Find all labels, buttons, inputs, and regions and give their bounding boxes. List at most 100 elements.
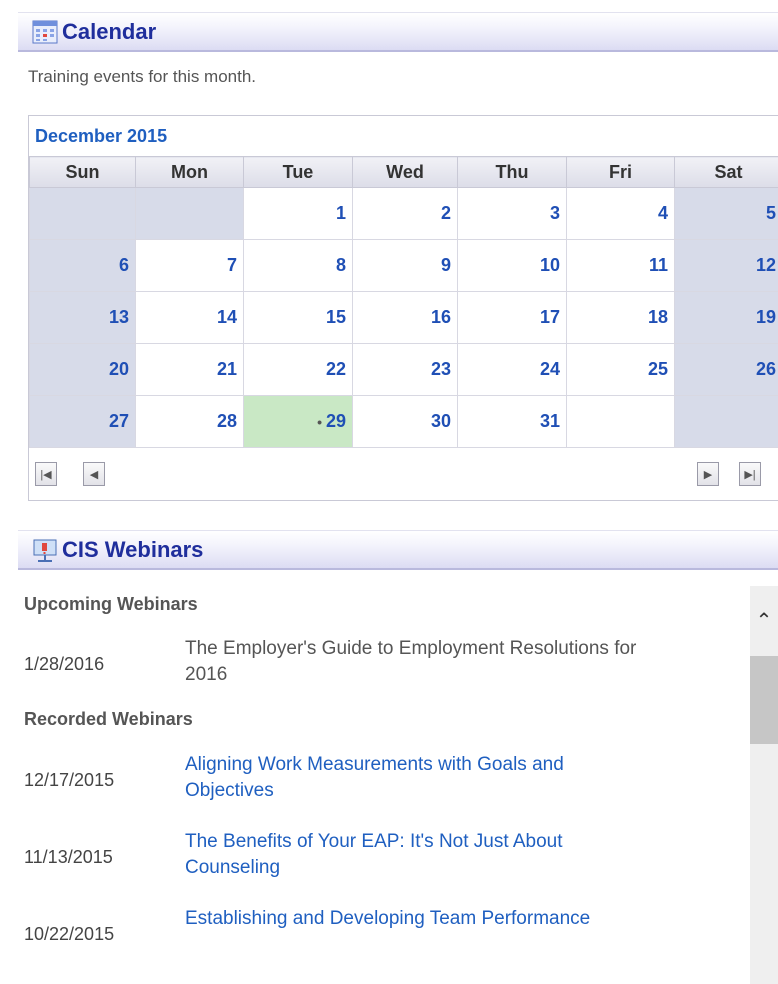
calendar-day-cell[interactable]: 31: [457, 395, 567, 448]
calendar-panel-header: Calendar: [18, 12, 778, 52]
calendar-day-cell[interactable]: 2: [352, 187, 458, 240]
day-number: 22: [325, 359, 346, 379]
calendar-empty-cell: [135, 187, 244, 240]
calendar-day-cell[interactable]: 18: [566, 291, 675, 344]
calendar-day-cell[interactable]: 17: [457, 291, 567, 344]
day-number: 27: [108, 411, 129, 431]
next-month-button[interactable]: ▶: [697, 462, 719, 486]
calendar-day-cell[interactable]: 30: [352, 395, 458, 448]
day-number: 1: [335, 203, 346, 223]
day-number: 13: [108, 307, 129, 327]
day-number: 24: [539, 359, 560, 379]
weekday-header: Tue: [243, 156, 353, 188]
upcoming-webinars-label: Upcoming Webinars: [24, 594, 198, 614]
calendar-empty-cell: [29, 187, 136, 240]
day-number: 10: [539, 255, 560, 275]
calendar-day-cell[interactable]: 3: [457, 187, 567, 240]
calendar-day-cell[interactable]: 13: [29, 291, 136, 344]
day-number: 3: [549, 203, 560, 223]
day-number: 9: [440, 255, 451, 275]
first-page-button[interactable]: |◀: [35, 462, 57, 486]
prev-month-button[interactable]: ◀: [83, 462, 105, 486]
calendar-day-cell[interactable]: 7: [135, 239, 244, 292]
calendar-day-cell[interactable]: 16: [352, 291, 458, 344]
prev-icon: ◀: [89, 468, 99, 481]
day-number: 15: [325, 307, 346, 327]
calendar-day-cell[interactable]: 27: [29, 395, 136, 448]
today-marker: •: [317, 414, 322, 430]
weekday-header: Wed: [352, 156, 458, 188]
day-number: 6: [118, 255, 129, 275]
webinars-panel-header: CIS Webinars: [18, 530, 778, 570]
scroll-up-icon[interactable]: ⌃: [750, 608, 778, 633]
day-number: 23: [430, 359, 451, 379]
webinar-date: 1/28/2016: [24, 654, 105, 674]
calendar-day-cell[interactable]: 10: [457, 239, 567, 292]
calendar-day-cell[interactable]: 4: [566, 187, 675, 240]
calendar-empty-cell: [566, 395, 675, 448]
calendar-day-cell[interactable]: 11: [566, 239, 675, 292]
recorded-webinar-link[interactable]: Aligning Work Measurements with Goals an…: [185, 752, 655, 804]
day-number: 16: [430, 307, 451, 327]
webinar-date: 11/13/2015: [24, 847, 113, 867]
day-number: 29: [325, 411, 346, 431]
calendar-day-cell[interactable]: 19: [674, 291, 778, 344]
weekday-header: Sat: [674, 156, 778, 188]
calendar-day-cell[interactable]: 24: [457, 343, 567, 396]
calendar-day-cell[interactable]: 22: [243, 343, 353, 396]
calendar-day-cell[interactable]: 1: [243, 187, 353, 240]
last-page-icon: ▶|: [744, 468, 756, 481]
calendar-month-label: December 2015: [35, 126, 168, 146]
weekday-header: Fri: [566, 156, 675, 188]
calendar-week-row: 13 14 15 16 17 18 19: [29, 291, 778, 344]
day-number: 31: [539, 411, 560, 431]
day-number: 25: [647, 359, 668, 379]
day-number: 14: [216, 307, 237, 327]
month-calendar: December 2015 Sun Mon Tue Wed Thu Fri Sat 1234…: [28, 115, 778, 501]
calendar-week-row: 20 21 22 23 24 25 26: [29, 343, 778, 396]
calendar-day-cell[interactable]: 25: [566, 343, 675, 396]
calendar-day-cell[interactable]: 28: [135, 395, 244, 448]
day-number: 11: [648, 255, 668, 275]
recorded-webinar-link[interactable]: Establishing and Developing Team Perform…: [185, 906, 655, 932]
calendar-day-cell[interactable]: • 29: [243, 395, 353, 448]
day-number: 21: [216, 359, 237, 379]
calendar-day-cell[interactable]: 21: [135, 343, 244, 396]
calendar-day-cell[interactable]: 15: [243, 291, 353, 344]
day-number: 18: [647, 307, 668, 327]
day-number: 30: [430, 411, 451, 431]
calendar-week-row: 27 28 • 29 30 31: [29, 395, 778, 448]
webinar-date: 10/22/2015: [24, 924, 115, 944]
day-number: 7: [226, 255, 237, 275]
day-number: 26: [755, 359, 776, 379]
webinars-scrollbar[interactable]: ⌃: [750, 586, 778, 984]
calendar-day-cell[interactable]: 5: [674, 187, 778, 240]
weekday-header: Mon: [135, 156, 244, 188]
webinar-presentation-icon: [33, 539, 57, 562]
day-number: 28: [216, 411, 237, 431]
calendar-day-cell[interactable]: 20: [29, 343, 136, 396]
calendar-day-cell[interactable]: 8: [243, 239, 353, 292]
day-number: 8: [335, 255, 346, 275]
last-page-button[interactable]: ▶|: [739, 462, 761, 486]
calendar-day-cell[interactable]: 6: [29, 239, 136, 292]
scroll-thumb[interactable]: [750, 656, 778, 744]
day-number: 17: [539, 307, 560, 327]
day-number: 12: [755, 255, 776, 275]
webinars-panel-title: CIS Webinars: [62, 536, 204, 562]
calendar-day-cell[interactable]: 14: [135, 291, 244, 344]
calendar-nav: |◀ ◀ ▶ ▶|: [29, 452, 778, 500]
calendar-day-cell[interactable]: 23: [352, 343, 458, 396]
calendar-icon: [32, 20, 58, 43]
day-number: 20: [108, 359, 129, 379]
first-page-icon: |◀: [40, 468, 52, 481]
weekday-header: Sun: [29, 156, 136, 188]
calendar-subtitle: Training events for this month.: [28, 67, 257, 86]
weekday-header: Thu: [457, 156, 567, 188]
calendar-day-cell[interactable]: 26: [674, 343, 778, 396]
day-number: 5: [765, 203, 776, 223]
calendar-day-cell[interactable]: 12: [674, 239, 778, 292]
calendar-day-cell[interactable]: 9: [352, 239, 458, 292]
recorded-webinar-link[interactable]: The Benefits of Your EAP: It's Not Just …: [185, 829, 655, 881]
day-number: 4: [657, 203, 668, 223]
